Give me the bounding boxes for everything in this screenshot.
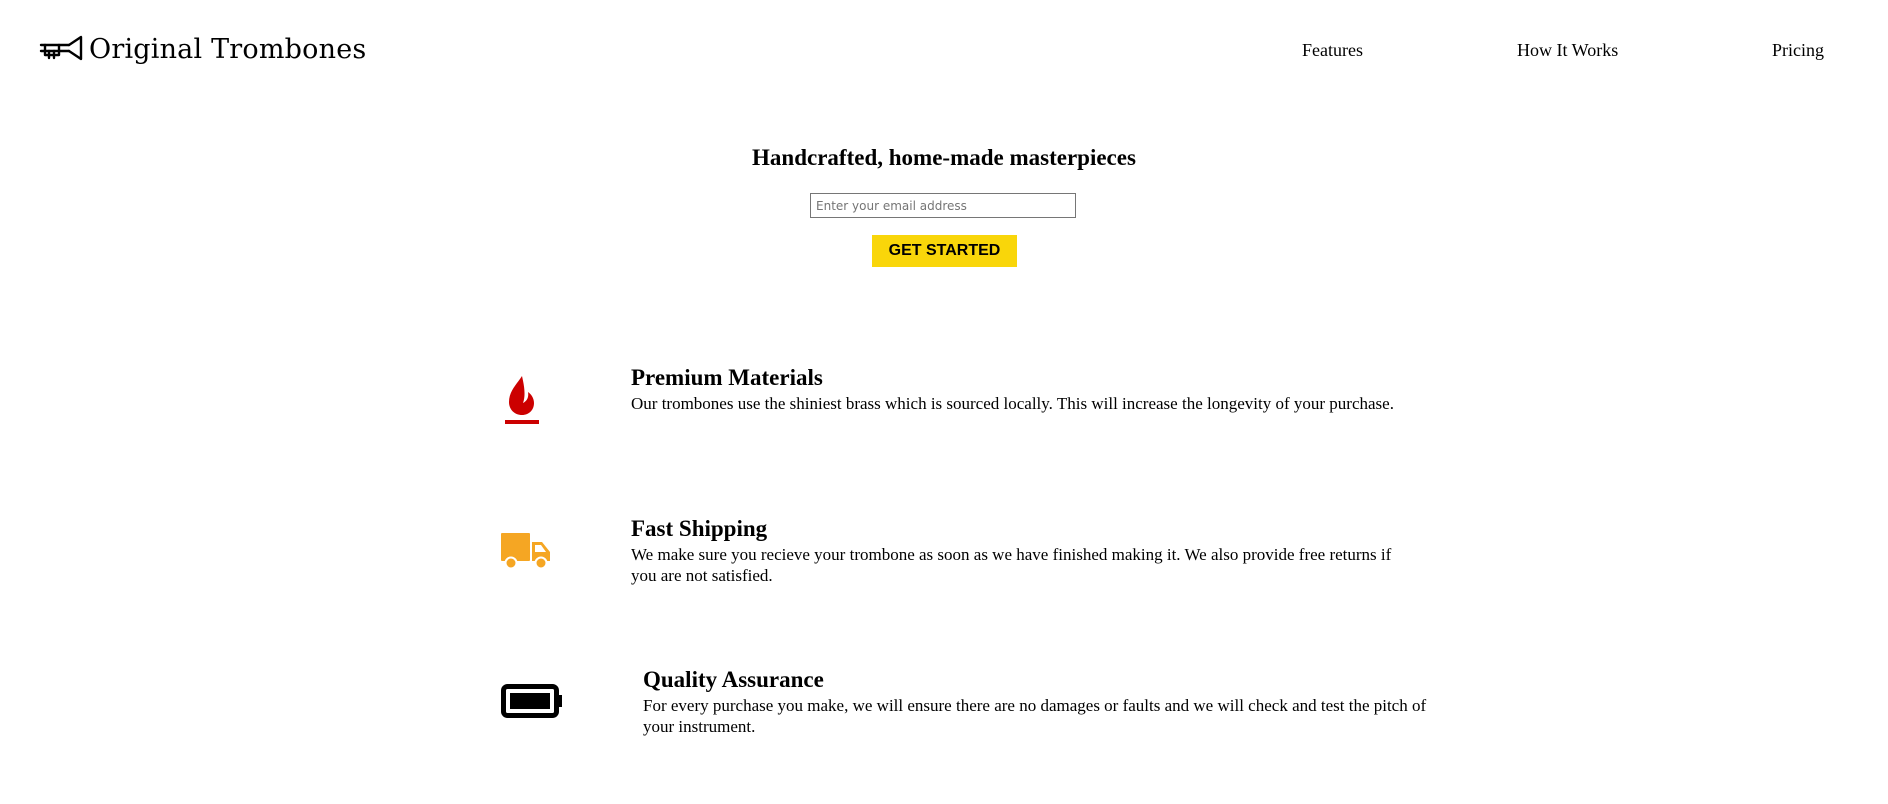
truck-icon	[501, 533, 550, 570]
feature-description: We make sure you recieve your trombone a…	[631, 545, 1392, 585]
feature-description: Our trombones use the shiniest brass whi…	[631, 394, 1394, 413]
fire-icon	[505, 376, 539, 424]
main-nav: Features How It Works Pricing	[0, 40, 1888, 64]
feature-title: Quality Assurance	[643, 667, 824, 692]
hero-title-text: Handcrafted, home-made masterpieces	[752, 145, 1136, 170]
get-started-button[interactable]: GET STARTED	[872, 235, 1017, 267]
email-input[interactable]	[810, 193, 1076, 218]
hero-title: Handcrafted, home-made masterpieces	[0, 145, 1888, 171]
site-header: Original Trombones Features How It Works…	[0, 0, 1888, 100]
nav-link-how-it-works[interactable]: How It Works	[1517, 40, 1618, 61]
battery-full-icon	[501, 684, 562, 718]
feature-title: Premium Materials	[631, 365, 823, 390]
feature-description: For every purchase you make, we will ens…	[643, 696, 1427, 736]
nav-link-pricing[interactable]: Pricing	[1772, 40, 1824, 61]
nav-link-features[interactable]: Features	[1302, 40, 1363, 61]
feature-title: Fast Shipping	[631, 516, 768, 541]
